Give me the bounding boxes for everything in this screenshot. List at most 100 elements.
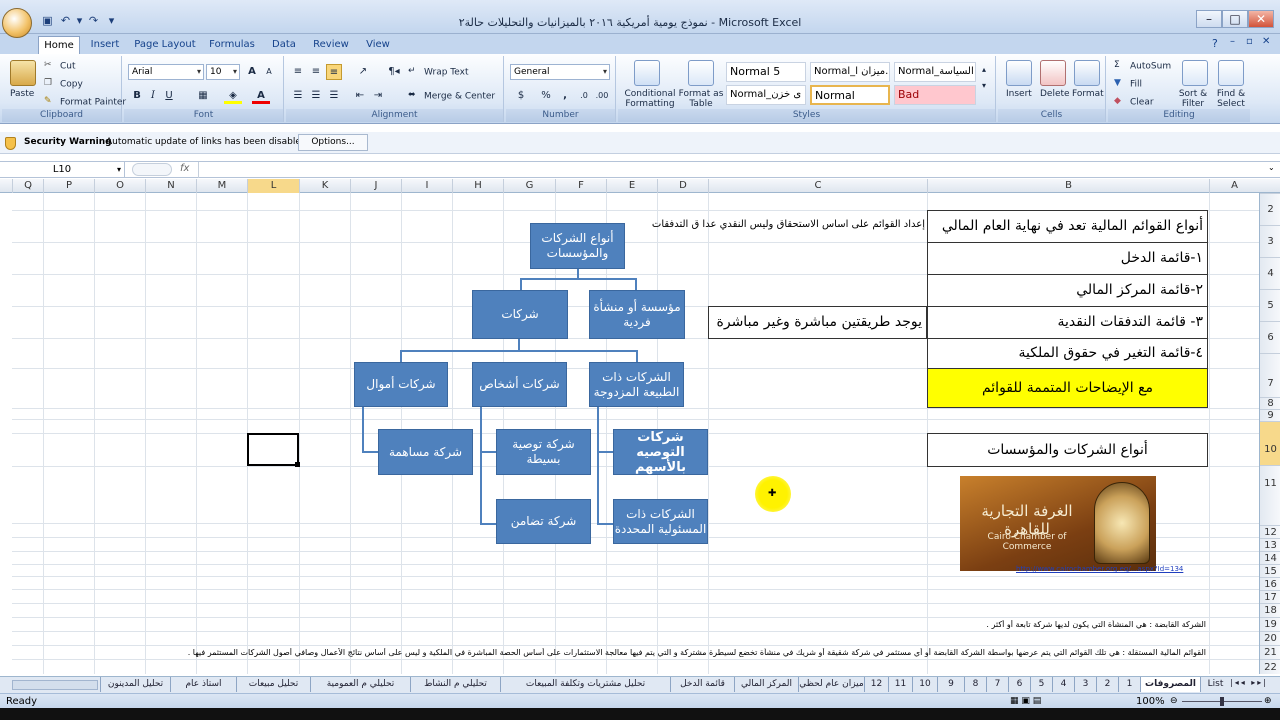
col-header-n[interactable]: N	[145, 179, 196, 193]
tab-home[interactable]: Home	[38, 36, 80, 54]
style-normal[interactable]: Normal	[810, 85, 890, 105]
row-header[interactable]: 21	[1260, 645, 1280, 659]
smartart-node-simple-partnership[interactable]: شركة توصية بسيطة	[496, 429, 591, 475]
row-header[interactable]: 12	[1260, 525, 1280, 538]
align-top-icon[interactable]: ≡	[290, 64, 306, 80]
undo-icon[interactable]: ↶	[58, 14, 73, 28]
fill-handle[interactable]	[295, 462, 300, 467]
tab-review[interactable]: Review	[310, 36, 352, 54]
sheet-tab[interactable]: تحليلي م العمومية	[310, 677, 410, 692]
selected-cell-l10[interactable]	[247, 433, 299, 466]
cell-b2[interactable]: أنواع القوائم المالية تعد في نهاية العام…	[927, 210, 1208, 243]
align-middle-icon[interactable]: ≡	[308, 64, 324, 80]
paste-icon[interactable]	[10, 60, 36, 86]
formula-input[interactable]	[198, 162, 1262, 178]
style-normal-khazn[interactable]: Normal_ى خزن	[726, 85, 806, 105]
office-button[interactable]	[2, 8, 32, 38]
smartart-node-root[interactable]: أنواع الشركات والمؤسسات	[530, 223, 625, 269]
sheet-tab[interactable]: استاذ عام	[170, 677, 236, 692]
smartart-node-partnerships[interactable]: شركات أشخاص	[472, 362, 567, 407]
currency-button[interactable]: $	[510, 88, 532, 104]
font-color-icon[interactable]: A	[252, 88, 270, 104]
security-options-button[interactable]: Options...	[298, 134, 368, 151]
format-cells-icon[interactable]	[1074, 60, 1100, 86]
cut-button[interactable]: ✂ Cut	[44, 60, 76, 72]
customize-qat-icon[interactable]: ▾	[104, 14, 119, 28]
smartart-node-joint-stock[interactable]: شركة مساهمة	[378, 429, 473, 475]
fill-button[interactable]: ▼ Fill	[1114, 78, 1142, 90]
sheet-tab-list[interactable]: List	[1200, 677, 1230, 692]
conditional-formatting-icon[interactable]	[634, 60, 660, 86]
sheet-tab[interactable]: 3	[1074, 677, 1096, 692]
col-header-e[interactable]: E	[606, 179, 657, 193]
tab-page-layout[interactable]: Page Layout	[134, 36, 196, 54]
col-header-i[interactable]: I	[401, 179, 452, 193]
sheet-nav-arrows-icon[interactable]: |◂◂ ▸▸|	[1230, 678, 1280, 687]
align-left-icon[interactable]: ☰	[290, 88, 306, 104]
fill-color-icon[interactable]: ◈	[224, 88, 242, 104]
row-header[interactable]: 6	[1260, 321, 1280, 353]
cell-row-19[interactable]: الشركة القابضة : هي المنشأة التي يكون لد…	[700, 620, 1206, 629]
close-button[interactable]: ✕	[1248, 10, 1274, 28]
clear-button[interactable]: ◆ Clear	[1114, 96, 1154, 108]
sheet-tab[interactable]: 1	[1118, 677, 1140, 692]
styles-scroll-down-icon[interactable]: ▾	[978, 78, 990, 94]
cell-c5[interactable]: يوجد طريقتين مباشرة وغير مباشرة	[708, 306, 927, 339]
sheet-tab[interactable]: 2	[1096, 677, 1118, 692]
col-header-a[interactable]: A	[1209, 179, 1259, 193]
row-header[interactable]: 14	[1260, 551, 1280, 564]
sheet-tab[interactable]: تحليل المدينون	[100, 677, 170, 692]
sheet-tab[interactable]: 9	[937, 677, 964, 692]
smartart-node-capital-companies[interactable]: شركات أموال	[354, 362, 448, 407]
smartart-node-mixed-companies[interactable]: الشركات ذات الطبيعة المزدوجة	[589, 362, 684, 407]
col-header-k[interactable]: K	[299, 179, 350, 193]
cell-b5[interactable]: ٣- قائمة التدفقات النقدية	[927, 306, 1208, 339]
row-header[interactable]: 20	[1260, 631, 1280, 645]
formula-bar-resize-handle[interactable]	[132, 163, 172, 176]
cell-b7[interactable]: مع الإيضاحات المتممة للقوائم	[927, 368, 1208, 408]
font-size-combo[interactable]: 10	[206, 64, 240, 80]
format-table-button[interactable]: Format as Table	[678, 89, 724, 109]
ribbon-minimize-icon[interactable]: –	[1230, 36, 1235, 47]
row-header[interactable]: 2	[1260, 193, 1280, 225]
col-header-g[interactable]: G	[503, 179, 555, 193]
row-header[interactable]: 13	[1260, 538, 1280, 551]
cell-b10[interactable]: أنواع الشركات والمؤسسات	[927, 433, 1208, 467]
style-normal-siyasa[interactable]: Normal_ى السياسة	[894, 62, 976, 82]
align-right-icon[interactable]: ☰	[326, 88, 342, 104]
sheet-tab[interactable]: تحليل مشتريات وتكلفة المبيعات	[500, 677, 670, 692]
row-header[interactable]: 17	[1260, 590, 1280, 603]
row-header[interactable]: 3	[1260, 225, 1280, 257]
cell-b6[interactable]: ٤-قائمة التغير في حقوق الملكية	[927, 338, 1208, 369]
style-bad[interactable]: Bad	[894, 85, 976, 105]
col-header-l[interactable]: L	[247, 179, 299, 193]
format-button[interactable]: Format	[1072, 89, 1104, 99]
view-buttons-icon[interactable]: ▦ ▣ ▤	[1010, 694, 1041, 709]
style-normal-mizan[interactable]: Normal_ميزان ا...	[810, 62, 890, 82]
sort-filter-button[interactable]: Sort & Filter	[1174, 89, 1212, 109]
col-header-d[interactable]: D	[657, 179, 708, 193]
find-select-button[interactable]: Find & Select	[1212, 89, 1250, 109]
font-name-combo[interactable]: Arial	[128, 64, 204, 80]
col-header-m[interactable]: M	[196, 179, 247, 193]
col-header-p[interactable]: P	[43, 179, 94, 193]
row-header[interactable]: 22	[1260, 659, 1280, 674]
row-header[interactable]: 9	[1260, 409, 1280, 421]
row-header[interactable]: 19	[1260, 617, 1280, 631]
sheet-tab[interactable]: 4	[1052, 677, 1074, 692]
worksheet-grid[interactable]: Q P O N M L K J I H G F E D C B A 2 3 4 …	[0, 179, 1280, 674]
decrease-decimal-icon[interactable]: .00	[594, 88, 610, 104]
merge-center-button[interactable]: ⬌ Merge & Center	[408, 90, 495, 102]
sheet-tab[interactable]: 11	[888, 677, 912, 692]
number-format-combo[interactable]: General	[510, 64, 610, 80]
insert-button[interactable]: Insert	[1006, 89, 1032, 99]
col-header-c[interactable]: C	[708, 179, 927, 193]
undo-dropdown-icon[interactable]: ▾	[72, 14, 87, 28]
zoom-in-icon[interactable]: ⊕	[1264, 694, 1272, 709]
percent-button[interactable]: %	[538, 88, 554, 104]
name-box-dropdown-icon[interactable]: ▾	[117, 162, 121, 178]
sheet-tab[interactable]: 10	[912, 677, 937, 692]
sheet-tab[interactable]: 12	[864, 677, 888, 692]
align-bottom-icon[interactable]: ≡	[326, 64, 342, 80]
sheet-tab[interactable]: 8	[964, 677, 986, 692]
